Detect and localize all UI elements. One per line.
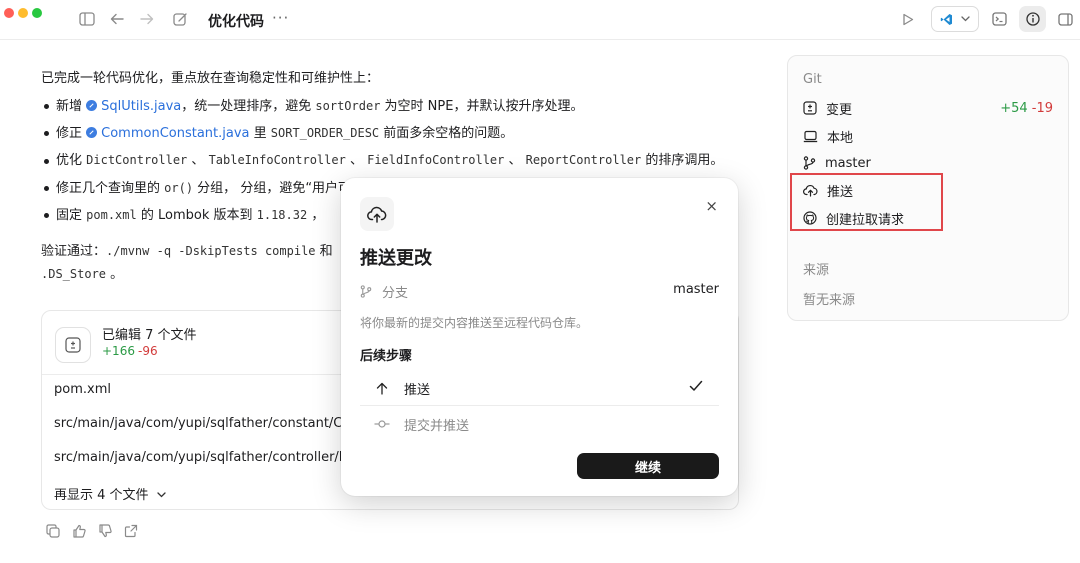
java-file-icon bbox=[86, 99, 98, 111]
thumbs-down-icon[interactable] bbox=[98, 524, 112, 538]
info-button[interactable] bbox=[1019, 6, 1046, 32]
message-intro: 已完成一轮代码优化，重点放在查询稳定性和可维护性上： bbox=[41, 71, 380, 86]
no-source-text: 暂无来源 bbox=[803, 293, 856, 308]
vscode-icon bbox=[940, 13, 953, 26]
deletions-count: -96 bbox=[138, 344, 158, 358]
cloud-upload-icon bbox=[360, 197, 394, 231]
changes-item[interactable]: 变更 bbox=[803, 98, 852, 118]
file-row[interactable]: pom.xml bbox=[54, 382, 111, 397]
file-link[interactable]: SqlUtils.java bbox=[101, 99, 181, 114]
message-actions bbox=[46, 524, 138, 538]
checkmark-icon bbox=[689, 380, 703, 392]
highlight-box bbox=[790, 173, 943, 231]
minimize-window-button[interactable] bbox=[18, 8, 28, 18]
commit-icon bbox=[360, 419, 404, 429]
run-play-icon[interactable] bbox=[897, 8, 919, 30]
window-title: 优化代码 bbox=[208, 14, 264, 30]
additions-count: +166 bbox=[102, 344, 135, 358]
option-push[interactable]: 推送 bbox=[360, 370, 719, 406]
java-file-icon bbox=[86, 127, 98, 138]
branch-value: master bbox=[673, 282, 719, 297]
dialog-title: 推送更改 bbox=[360, 248, 432, 269]
continue-button[interactable]: 继续 bbox=[577, 453, 719, 479]
forward-arrow-icon[interactable] bbox=[136, 8, 158, 30]
list-item: 优化 DictController 、 TableInfoController … bbox=[41, 148, 741, 175]
show-more-files-button[interactable]: 再显示 4 个文件 bbox=[54, 484, 166, 503]
file-row[interactable]: src/main/java/com/yupi/sqlfather/control… bbox=[54, 450, 365, 465]
edited-files-title: 已编辑 7 个文件 bbox=[102, 328, 197, 343]
next-steps-title: 后续步骤 bbox=[360, 349, 413, 364]
right-panel-toggle-icon[interactable] bbox=[1054, 8, 1076, 30]
chevron-down-icon bbox=[961, 16, 970, 22]
back-arrow-icon[interactable] bbox=[106, 8, 128, 30]
diff-icon bbox=[55, 327, 91, 363]
push-changes-dialog: × 推送更改 分支 master 将你最新的提交内容推送至远程代码仓库。 后续步… bbox=[341, 178, 738, 496]
open-in-vscode-button[interactable] bbox=[931, 6, 979, 32]
branch-icon bbox=[803, 156, 816, 170]
git-section-title: Git bbox=[803, 72, 822, 87]
thumbs-up-icon[interactable] bbox=[72, 524, 86, 538]
share-icon[interactable] bbox=[124, 524, 138, 538]
close-dialog-button[interactable]: × bbox=[705, 197, 718, 215]
source-section-title: 来源 bbox=[803, 263, 830, 278]
title-bar: 优化代码 ··· bbox=[0, 0, 1080, 40]
arrow-up-icon bbox=[360, 382, 404, 395]
chevron-down-icon bbox=[157, 492, 166, 498]
diff-icon bbox=[803, 101, 817, 115]
file-row[interactable]: src/main/java/com/yupi/sqlfather/constan… bbox=[54, 416, 363, 431]
branch-label: 分支 bbox=[360, 282, 408, 301]
terminal-icon[interactable] bbox=[988, 8, 1010, 30]
local-item[interactable]: 本地 bbox=[803, 126, 853, 146]
dialog-description: 将你最新的提交内容推送至远程代码仓库。 bbox=[360, 316, 589, 330]
more-options-button[interactable]: ··· bbox=[272, 9, 289, 27]
branch-item[interactable]: master bbox=[803, 153, 871, 173]
list-item: 修正 CommonConstant.java 里 SORT_ORDER_DESC… bbox=[41, 120, 741, 148]
changes-stats: +54 -19 bbox=[1000, 101, 1053, 116]
list-item: 新增 SqlUtils.java，统一处理排序，避免 sortOrder 为空时… bbox=[41, 93, 741, 121]
option-commit-and-push[interactable]: 提交并推送 bbox=[360, 406, 719, 442]
info-icon bbox=[1025, 12, 1040, 26]
edit-icon[interactable] bbox=[169, 8, 191, 30]
laptop-icon bbox=[803, 130, 818, 143]
zoom-window-button[interactable] bbox=[32, 8, 42, 18]
file-link[interactable]: CommonConstant.java bbox=[101, 126, 249, 141]
copy-icon[interactable] bbox=[46, 524, 60, 538]
sidebar-toggle-icon[interactable] bbox=[76, 8, 98, 30]
branch-icon bbox=[360, 285, 372, 298]
close-window-button[interactable] bbox=[4, 8, 14, 18]
